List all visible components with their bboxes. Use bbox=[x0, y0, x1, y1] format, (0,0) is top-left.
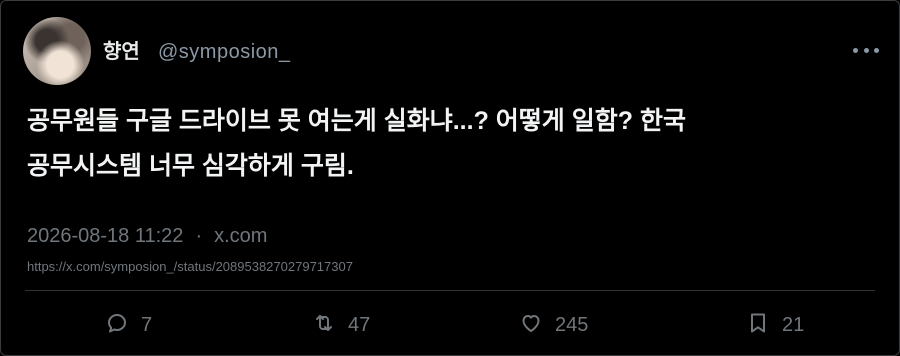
reply-button[interactable]: 7 bbox=[105, 305, 152, 345]
bookmark-icon bbox=[746, 311, 770, 340]
more-options-icon[interactable] bbox=[853, 39, 879, 61]
avatar[interactable] bbox=[23, 17, 91, 85]
reply-icon bbox=[105, 311, 129, 340]
retweet-button[interactable]: 47 bbox=[312, 305, 370, 345]
heart-icon bbox=[519, 311, 543, 340]
retweet-count: 47 bbox=[348, 313, 371, 336]
source-link[interactable]: x.com bbox=[214, 225, 267, 247]
dot bbox=[874, 47, 879, 53]
tweet-card: 향연 @symposion_ 공무원들 구글 드라이브 못 여는게 실화냐...… bbox=[0, 0, 900, 356]
tweet-meta: 2026-08-18 11:22 · x.com bbox=[27, 222, 267, 250]
author-name[interactable]: 향연 bbox=[103, 38, 140, 66]
like-button[interactable]: 245 bbox=[519, 305, 588, 345]
tweet-text: 공무원들 구글 드라이브 못 여는게 실화냐...? 어떻게 일함? 한국 공무… bbox=[27, 99, 877, 189]
meta-separator: · bbox=[195, 225, 203, 247]
like-count: 245 bbox=[555, 313, 589, 336]
divider bbox=[25, 290, 875, 291]
reply-count: 7 bbox=[141, 313, 153, 336]
bookmark-count: 21 bbox=[782, 313, 805, 336]
timestamp[interactable]: 2026-08-18 11:22 bbox=[27, 225, 183, 247]
retweet-icon bbox=[312, 311, 336, 340]
tweet-text-line-1: 공무원들 구글 드라이브 못 여는게 실화냐...? 어떻게 일함? 한국 bbox=[27, 107, 686, 135]
tweet-text-line-2: 공무시스템 너무 심각하게 구림. bbox=[27, 152, 354, 180]
dot bbox=[863, 47, 869, 53]
action-bar: 7 47 245 21 bbox=[1, 305, 900, 345]
tweet-url[interactable]: https://x.com/symposion_/status/20895382… bbox=[27, 258, 353, 276]
bookmark-button[interactable]: 21 bbox=[746, 305, 804, 345]
dot bbox=[853, 47, 858, 53]
author-handle[interactable]: @symposion_ bbox=[158, 38, 291, 66]
